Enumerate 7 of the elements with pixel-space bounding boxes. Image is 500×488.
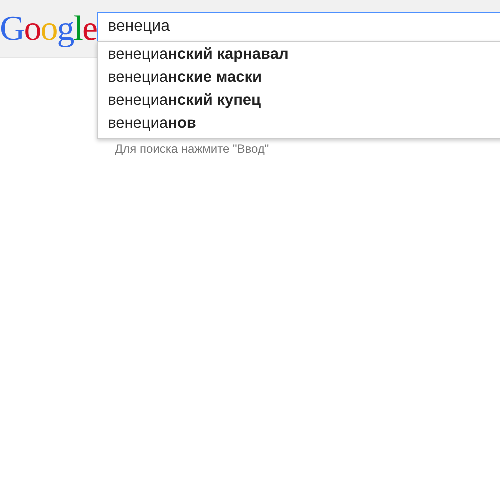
suggestion-item[interactable]: венецианский купец (98, 89, 500, 112)
logo[interactable]: Google (0, 7, 98, 51)
suggestion-item[interactable]: венецианский карнавал (98, 43, 500, 66)
suggestion-item[interactable]: венецианов (98, 112, 500, 135)
hint-text: Для поиска нажмите "Ввод" (115, 142, 270, 156)
search-field[interactable]: венециа (97, 12, 500, 42)
suggestion-item[interactable]: венецианские маски (98, 66, 500, 89)
